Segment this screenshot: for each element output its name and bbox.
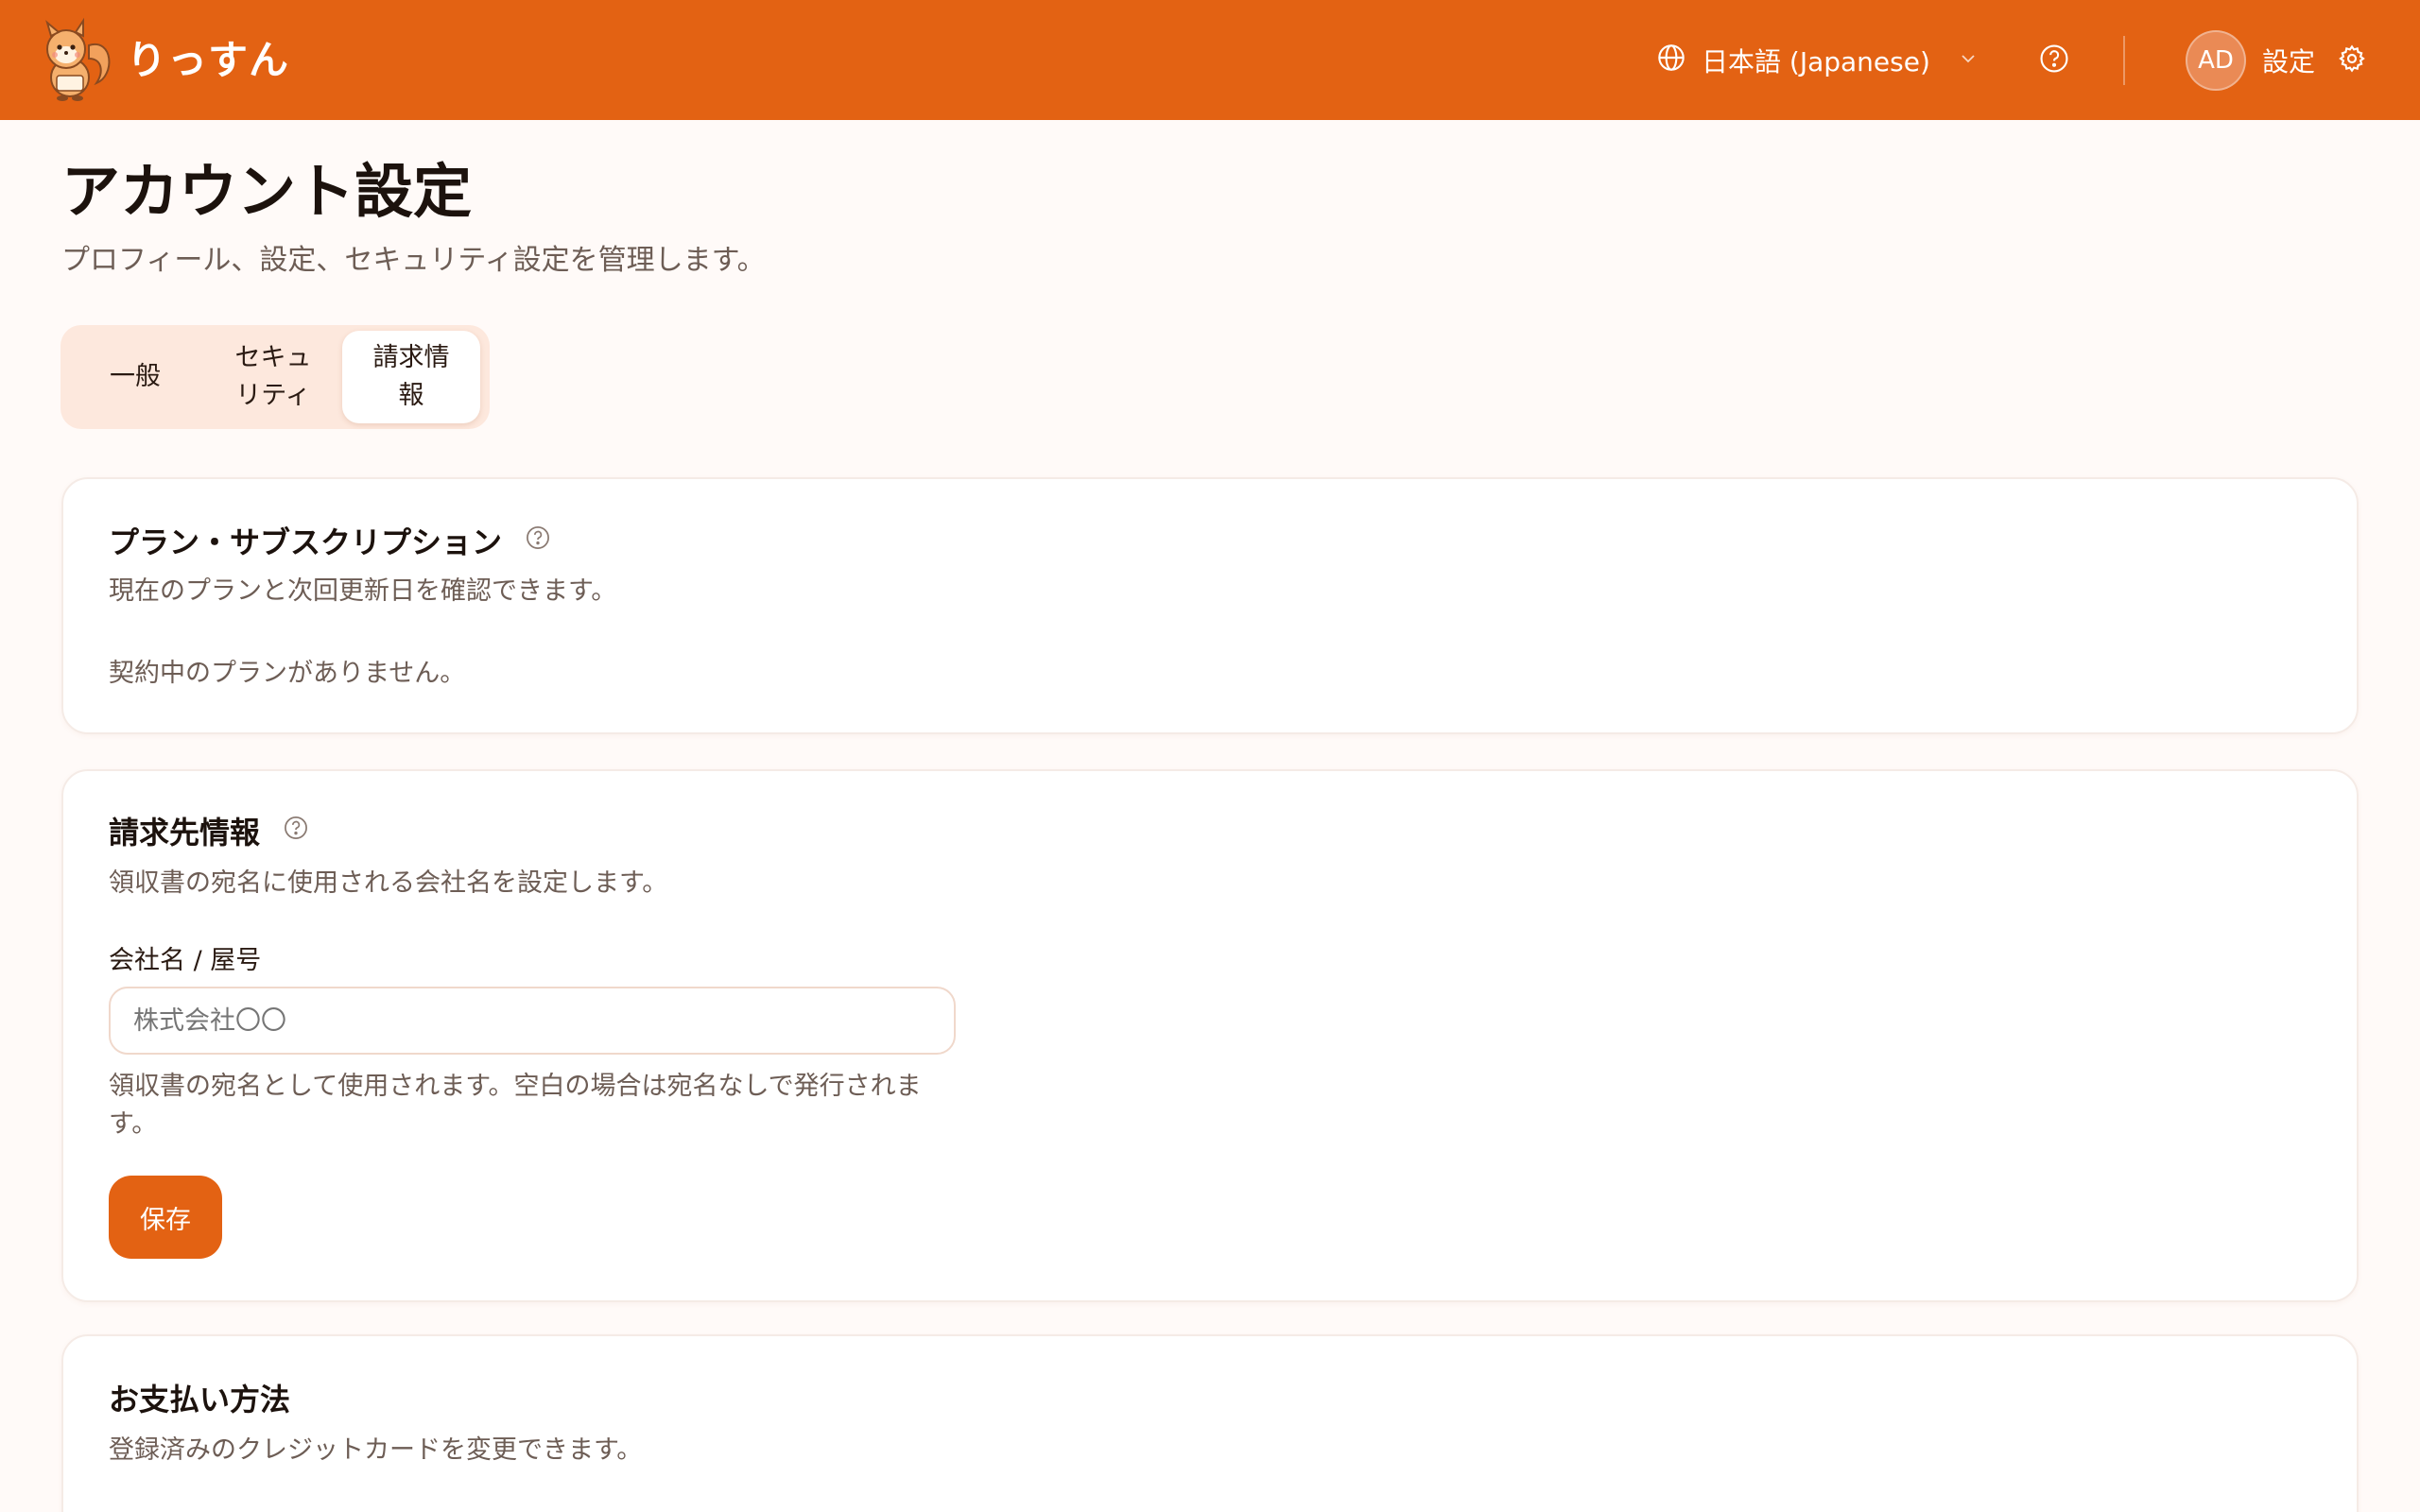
payment-card-header: お支払い方法: [109, 1376, 290, 1419]
plan-empty-text: 契約中のプランがありません。: [109, 659, 466, 688]
chevron-down-icon: [1957, 45, 1979, 77]
tab-label: 一般: [110, 362, 161, 391]
brand-name[interactable]: りっすん: [127, 28, 289, 86]
settings-link[interactable]: 設定: [2262, 42, 2315, 79]
tab-general[interactable]: 一般: [66, 331, 204, 423]
billing-info-card: 請求先情報 領収書の宛名に使用される会社名を設定します。 会社名 / 屋号 領収…: [61, 769, 2359, 1302]
gear-icon[interactable]: [2337, 43, 2367, 77]
payment-title: お支払い方法: [109, 1382, 291, 1418]
tab-label: 請求情報: [372, 343, 450, 410]
help-circle-icon[interactable]: [525, 523, 551, 558]
payment-method-card: お支払い方法 登録済みのクレジットカードを変更できます。: [61, 1334, 2359, 1512]
language-selector[interactable]: 日本語 (Japanese): [1656, 38, 1979, 83]
save-button[interactable]: 保存: [109, 1176, 222, 1259]
globe-icon: [1656, 43, 1686, 79]
language-label: 日本語 (Japanese): [1702, 46, 1930, 77]
help-icon[interactable]: [2038, 43, 2070, 78]
company-name-input[interactable]: [109, 987, 956, 1055]
page-description: プロフィール、設定、セキュリティ設定を管理します。: [61, 244, 766, 277]
company-name-hint: 領収書の宛名として使用されます。空白の場合は宛名なしで発行されます。: [109, 1072, 922, 1139]
tab-label: セキュリティ: [234, 343, 312, 410]
plan-card-header: プラン・サブスクリプション: [109, 519, 551, 562]
billing-title: 請求先情報: [109, 815, 261, 850]
billing-description: 領収書の宛名に使用される会社名を設定します。: [109, 868, 668, 898]
top-bar: りっすん 日本語 (Japanese) AD 設定: [0, 0, 2420, 120]
plan-title: プラン・サブスクリプション: [109, 524, 503, 560]
page-title: アカウント設定: [61, 157, 473, 226]
settings-tabs: 一般 セキュリティ 請求情報: [60, 325, 490, 429]
plan-description: 現在のプランと次回更新日を確認できます。: [109, 576, 617, 606]
billing-card-header: 請求先情報: [109, 809, 309, 852]
plan-card: プラン・サブスクリプション 現在のプランと次回更新日を確認できます。 契約中のプ…: [61, 477, 2359, 734]
avatar[interactable]: AD: [2186, 30, 2246, 91]
tab-security[interactable]: セキュリティ: [204, 331, 342, 423]
header-divider: [2123, 36, 2125, 85]
help-circle-icon[interactable]: [283, 813, 309, 849]
tab-billing[interactable]: 請求情報: [342, 331, 480, 423]
squirrel-logo-icon[interactable]: [34, 17, 113, 102]
company-name-label: 会社名 / 屋号: [109, 946, 262, 975]
payment-description: 登録済みのクレジットカードを変更できます。: [109, 1435, 643, 1465]
